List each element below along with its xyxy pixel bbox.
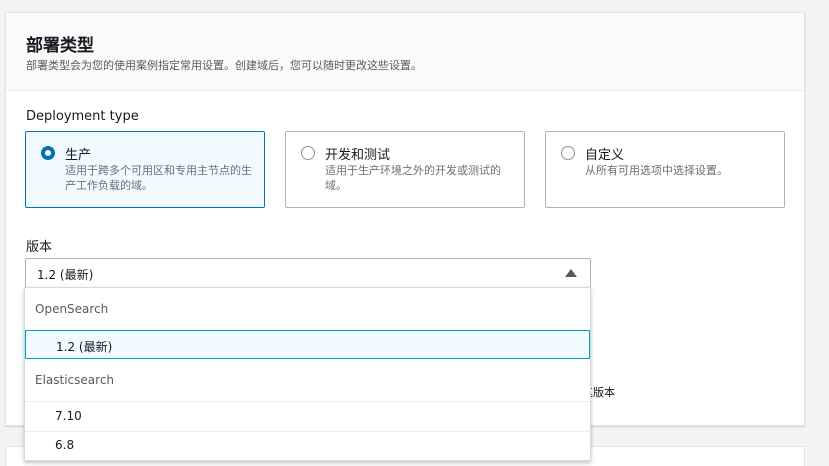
group-label-elasticsearch: Elasticsearch xyxy=(35,373,115,387)
panel-title: 部署类型 xyxy=(26,36,94,56)
radio-production[interactable] xyxy=(41,146,55,160)
version-dropdown: OpenSearch 1.2 (最新) Elasticsearch 7.10 6… xyxy=(24,287,591,461)
group-label-opensearch: OpenSearch xyxy=(35,302,109,316)
tile-production[interactable]: 生产 适用于跨多个可用区和专用主节点的生产工作负载的域。 xyxy=(25,131,265,208)
tile-dev-test[interactable]: 开发和测试 适用于生产环境之外的开发或测试的域。 xyxy=(285,131,525,208)
tile-production-title: 生产 xyxy=(65,148,92,163)
tile-dev-test-description: 适用于生产环境之外的开发或测试的域。 xyxy=(325,164,501,192)
tile-custom-title: 自定义 xyxy=(585,148,625,163)
option-label: 1.2 (最新) xyxy=(56,340,113,354)
panel-header: 部署类型 部署类型会为您的使用案例指定常用设置。创建域后，您可以随时更改这些设置… xyxy=(6,13,804,91)
version-select-value: 1.2 (最新) xyxy=(37,268,94,282)
panel-description: 部署类型会为您的使用案例指定常用设置。创建域后，您可以随时更改这些设置。 xyxy=(26,59,422,72)
radio-dev-test[interactable] xyxy=(301,146,315,160)
tile-custom-description: 从所有可用选项中选择设置。 xyxy=(585,164,728,177)
deployment-type-label: Deployment type xyxy=(26,109,139,124)
tile-production-description: 适用于跨多个可用区和专用主节点的生产工作负载的域。 xyxy=(65,164,252,192)
radio-custom[interactable] xyxy=(561,146,575,160)
option-label: 6.8 xyxy=(55,438,75,452)
tile-custom[interactable]: 自定义 从所有可用选项中选择设置。 xyxy=(545,131,785,208)
option-elasticsearch-7-10[interactable]: 7.10 xyxy=(25,402,590,431)
version-label: 版本 xyxy=(26,240,53,255)
option-opensearch-1-2[interactable]: 1.2 (最新) xyxy=(25,330,590,359)
caret-up-icon xyxy=(565,269,577,277)
version-select[interactable]: 1.2 (最新) xyxy=(25,258,591,288)
tile-dev-test-title: 开发和测试 xyxy=(325,148,391,163)
option-label: 7.10 xyxy=(55,409,82,423)
option-elasticsearch-6-8[interactable]: 6.8 xyxy=(25,431,590,460)
